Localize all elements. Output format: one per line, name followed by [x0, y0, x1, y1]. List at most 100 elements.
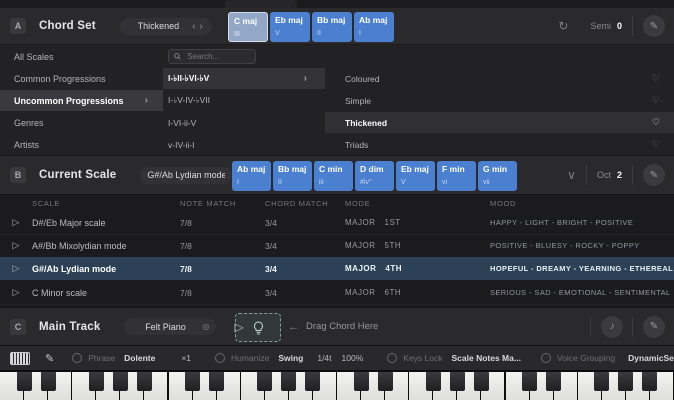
sidebar-item-common-progressions[interactable]: Common Progressions	[0, 68, 163, 89]
piano-black-key[interactable]	[522, 372, 537, 391]
piano-black-key[interactable]	[89, 372, 104, 391]
piano-black-key[interactable]	[642, 372, 657, 391]
row-mood: HAPPY - LIGHT - BRIGHT - POSITIVE	[490, 218, 674, 227]
piano-black-key[interactable]	[137, 372, 152, 391]
phrase-value[interactable]: Dolente	[124, 353, 155, 363]
piano-black-key[interactable]	[450, 372, 465, 391]
arrow-left-icon: ←	[288, 321, 299, 333]
row-play-button[interactable]: ▷	[13, 263, 20, 274]
sidebar-item-all-scales[interactable]: All Scales	[0, 46, 163, 67]
scale-pad-bb-maj[interactable]: Bb maj II	[273, 161, 312, 191]
current-scale-dropdown[interactable]: G#/Ab Lydian mode	[140, 167, 232, 184]
piano-keyboard[interactable]	[0, 370, 674, 400]
piano-black-key[interactable]	[209, 372, 224, 391]
favorite-heart-icon[interactable]: ♡	[652, 117, 660, 128]
piano-black-key[interactable]	[113, 372, 128, 391]
scale-pad-d-dim[interactable]: D dim #iv°	[355, 161, 394, 191]
keyboard-icon[interactable]	[10, 352, 30, 365]
column-mood: MOOD	[490, 199, 674, 208]
next-preset-icon[interactable]: ›	[197, 21, 204, 32]
row-play-button[interactable]: ▷	[13, 217, 20, 228]
search-input[interactable]	[185, 51, 250, 62]
favorite-heart-icon[interactable]: ♡	[652, 95, 660, 106]
variation-item-triads[interactable]: Triads ♡	[325, 134, 674, 155]
voice-grouping-toggle[interactable]	[541, 353, 551, 363]
phrase-multiplier[interactable]: ×1	[181, 353, 191, 363]
piano-black-key[interactable]	[17, 372, 32, 391]
progression-item-2[interactable]: I-♭V-IV-♭VII	[163, 90, 325, 111]
progression-label: v-IV-ii-I	[168, 140, 194, 150]
humanize-toggle[interactable]	[215, 353, 225, 363]
piano-black-key[interactable]	[618, 372, 633, 391]
table-row-eb-major[interactable]: ▷ D#/Eb Major scale 7/8 3/4 MAJOR1ST HAP…	[0, 211, 674, 235]
scale-pad-eb-maj[interactable]: Eb maj V	[396, 161, 435, 191]
humanize-value[interactable]: Swing	[278, 353, 303, 363]
row-play-button[interactable]: ▷	[13, 240, 20, 251]
piano-black-key[interactable]	[185, 372, 200, 391]
edit-scale-button[interactable]: ✎	[643, 164, 665, 186]
humanize-amount[interactable]: 100%	[342, 353, 364, 363]
semi-control[interactable]: Semi 0	[590, 21, 622, 31]
chord-drop-zone[interactable]	[235, 313, 281, 342]
variation-item-simple[interactable]: Simple ♡	[325, 90, 674, 111]
chord-set-pads: C maj III Eb maj V Bb maj II Ab maj I	[228, 12, 394, 42]
table-row-bb-mixolydian[interactable]: ▷ A#/Bb Mixolydian mode 7/8 3/4 MAJOR5TH…	[0, 234, 674, 258]
search-icon	[174, 52, 181, 61]
piano-black-key[interactable]	[41, 372, 56, 391]
progression-item-1[interactable]: I-♭II-♭VI-♭V ›	[163, 68, 325, 89]
piano-black-key[interactable]	[305, 372, 320, 391]
favorite-heart-icon[interactable]: ♡	[652, 73, 660, 84]
variation-item-coloured[interactable]: Coloured ♡	[325, 68, 674, 89]
piano-black-key[interactable]	[281, 372, 296, 391]
edit-track-button[interactable]: ✎	[643, 316, 665, 338]
phrase-toggle[interactable]	[72, 353, 82, 363]
table-row-ab-lydian[interactable]: ▷ G#/Ab Lydian mode 7/8 3/4 MAJOR4TH HOP…	[0, 257, 674, 280]
keys-lock-toggle[interactable]	[387, 353, 397, 363]
scale-pad-f-min[interactable]: F min vi	[437, 161, 476, 191]
instrument-output-icon[interactable]: ◎	[202, 322, 209, 331]
scale-pad-c-min[interactable]: C min iii	[314, 161, 353, 191]
edit-chord-set-button[interactable]: ✎	[643, 15, 665, 37]
row-play-button[interactable]: ▷	[13, 287, 20, 298]
chord-set-preset-dropdown[interactable]: Thickened ‹ ›	[120, 18, 212, 35]
chord-pad-eb-maj[interactable]: Eb maj V	[270, 12, 310, 42]
octave-control[interactable]: Oct 2	[597, 170, 622, 180]
voice-grouping-value[interactable]: Dynamic	[628, 353, 663, 363]
scale-match-table: SCALE NOTE MATCH CHORD MATCH MODE MOOD ▷…	[0, 195, 674, 307]
favorite-heart-icon[interactable]: ♡	[652, 139, 660, 150]
piano-black-key[interactable]	[378, 372, 393, 391]
quantize-button[interactable]: ♪	[601, 316, 623, 338]
variation-item-thickened[interactable]: Thickened ♡	[325, 112, 674, 133]
row-mood: POSITIVE - BLUESY - ROCKY - POPPY	[490, 241, 674, 250]
chord-pad-c-maj[interactable]: C maj III	[228, 12, 268, 42]
keys-lock-value[interactable]: Scale Notes Ma...	[452, 353, 521, 363]
voicing-icon[interactable]: ∨	[567, 168, 576, 182]
piano-black-key[interactable]	[474, 372, 489, 391]
table-header: SCALE NOTE MATCH CHORD MATCH MODE MOOD	[0, 197, 674, 210]
search-box[interactable]	[168, 49, 256, 64]
progression-item-3[interactable]: I-VI-ii-V	[163, 112, 325, 133]
browser-panel: All Scales Common Progressions Uncommon …	[0, 45, 674, 155]
instrument-dropdown[interactable]: Felt Piano ◎	[124, 318, 216, 335]
piano-black-key[interactable]	[426, 372, 441, 391]
piano-black-key[interactable]	[594, 372, 609, 391]
refresh-icon[interactable]: ↻	[558, 19, 568, 33]
scale-pad-g-min[interactable]: G min vii	[478, 161, 517, 191]
scale-pad-ab-maj[interactable]: Ab maj I	[232, 161, 271, 191]
chord-pad-label: F min	[442, 164, 476, 174]
sidebar-item-genres[interactable]: Genres	[0, 112, 163, 133]
prev-preset-icon[interactable]: ‹	[190, 21, 197, 32]
progression-item-4[interactable]: v-IV-ii-I	[163, 134, 325, 155]
sidebar-item-uncommon-progressions[interactable]: Uncommon Progressions ›	[0, 90, 163, 111]
piano-black-key[interactable]	[354, 372, 369, 391]
chord-pad-bb-maj[interactable]: Bb maj II	[312, 12, 352, 42]
chord-pad-ab-maj[interactable]: Ab maj I	[354, 12, 394, 42]
pencil-icon: ✎	[650, 321, 658, 332]
sidebar-item-artists[interactable]: Artists	[0, 134, 163, 155]
main-track-title: Main Track	[39, 321, 100, 333]
table-row-c-minor[interactable]: ▷ C Minor scale 7/8 3/4 MAJOR6TH SERIOUS…	[0, 281, 674, 305]
humanize-rate[interactable]: 1/4t	[317, 353, 331, 363]
piano-black-key[interactable]	[546, 372, 561, 391]
piano-black-key[interactable]	[257, 372, 272, 391]
edit-pencil-icon[interactable]: ✎	[45, 352, 54, 365]
